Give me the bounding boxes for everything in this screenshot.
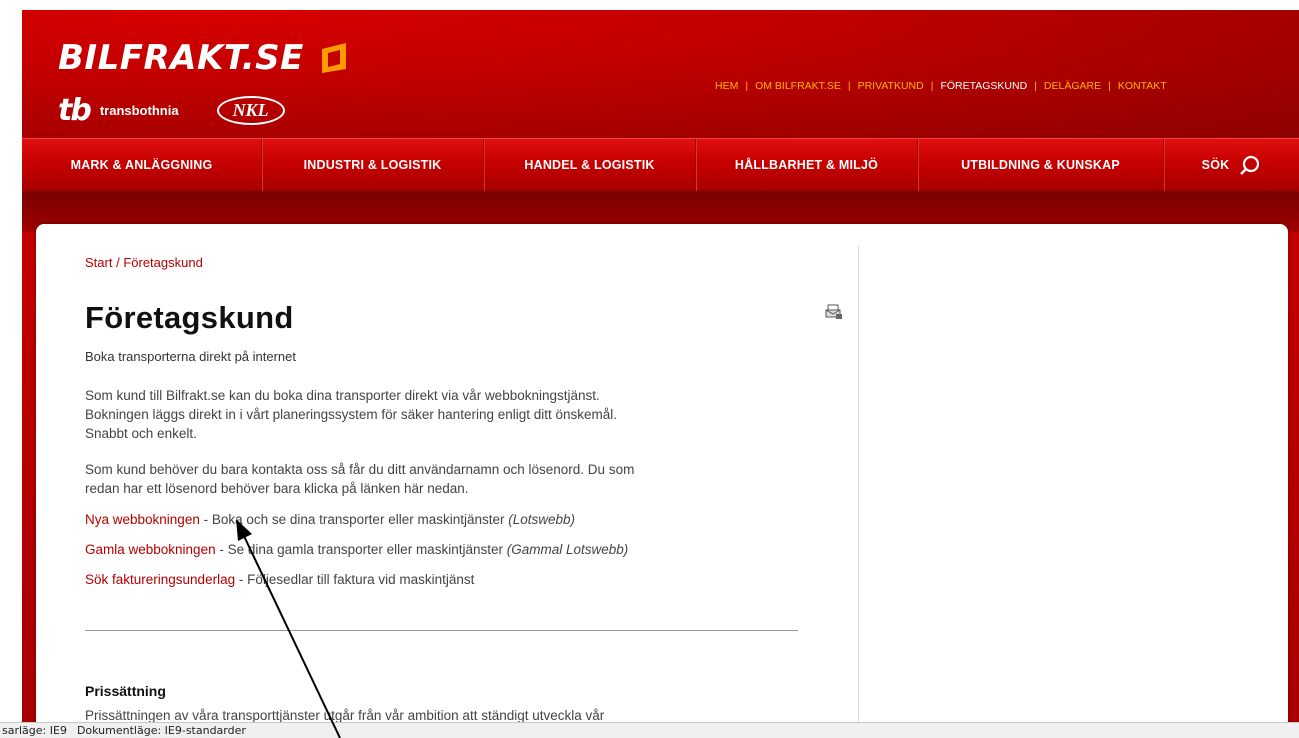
nav-hallbarhet-miljo[interactable]: HÅLLBARHET & MILJÖ	[696, 138, 918, 191]
nav-search-button[interactable]: SÖK	[1164, 139, 1299, 191]
column-divider	[858, 246, 859, 722]
section-text: Prissättningen av våra transporttjänster…	[85, 708, 605, 722]
topnav-foretagskund[interactable]: FÖRETAGSKUND	[940, 80, 1027, 92]
browser-status-bar: sarläge: IE9 Dokumentläge: IE9-standarder	[0, 722, 1299, 738]
status-browser-mode: sarläge: IE9	[2, 724, 67, 737]
print-email-icon[interactable]	[825, 304, 843, 320]
link-row-sok-faktureringsunderlag: Sök faktureringsunderlag - Följesedlar t…	[85, 572, 474, 587]
nav-industri-logistik[interactable]: INDUSTRI & LOGISTIK	[262, 138, 484, 191]
website: BILFRAKT.SE tb transbothnia NKL HEM | OM B…	[22, 10, 1299, 722]
link-row-nya-webbokningen: Nya webbokningen - Boka och se dina tran…	[85, 512, 575, 527]
nav-mark-anlaggning[interactable]: MARK & ANLÄGGNING	[22, 138, 262, 191]
link-description: - Boka och se dina transporter eller mas…	[199, 512, 509, 527]
login-line-2: redan har ett lösenord behöver bara klic…	[85, 481, 469, 496]
sok-faktureringsunderlag-link[interactable]: Sök faktureringsunderlag	[85, 572, 235, 587]
content-panel: Start / Företagskund Företagskund Boka t…	[36, 224, 1288, 722]
nkl-logo: NKL	[216, 96, 285, 125]
site-logo[interactable]: BILFRAKT.SE	[58, 38, 350, 78]
main-navigation: MARK & ANLÄGGNING INDUSTRI & LOGISTIK HA…	[22, 138, 1299, 191]
link-description: - Se dina gamla transporter eller maskin…	[215, 542, 507, 557]
logo-text: BILFRAKT.SE	[58, 38, 304, 78]
status-document-mode[interactable]: Dokumentläge: IE9-standarder	[77, 724, 246, 737]
search-icon	[1240, 155, 1260, 175]
gamla-webbokningen-link[interactable]: Gamla webbokningen	[85, 542, 216, 557]
link-row-gamla-webbokningen: Gamla webbokningen - Se dina gamla trans…	[85, 542, 628, 557]
section-heading: Prissättning	[85, 683, 166, 699]
intro-line-2: Bokningen läggs direkt in i vårt planeri…	[85, 407, 618, 422]
partner-logos: tb transbothnia NKL	[58, 93, 285, 128]
topnav-kontakt[interactable]: KONTAKT	[1118, 80, 1167, 92]
topnav-delagare[interactable]: DELÄGARE	[1044, 80, 1101, 92]
link-description: - Följesedlar till faktura vid maskintjä…	[235, 572, 475, 587]
logo-mark-icon	[316, 43, 350, 73]
intro-paragraph: Som kund till Bilfrakt.se kan du boka di…	[85, 386, 785, 443]
intro-line-3: Snabbt och enkelt.	[85, 426, 197, 441]
transbothnia-logo-text: transbothnia	[99, 103, 179, 118]
nav-utbildning-kunskap[interactable]: UTBILDNING & KUNSKAP	[918, 138, 1164, 191]
login-line-1: Som kund behöver du bara kontakta oss så…	[85, 462, 635, 477]
breadcrumb-start[interactable]: Start	[85, 255, 112, 270]
link-note: (Lotswebb)	[508, 512, 576, 527]
page-title: Företagskund	[85, 300, 294, 335]
nya-webbokningen-link[interactable]: Nya webbokningen	[85, 512, 200, 527]
topnav-om-bilfrakt[interactable]: OM BILFRAKT.SE	[755, 80, 841, 92]
breadcrumb: Start / Företagskund	[85, 255, 203, 270]
intro-line-1: Som kund till Bilfrakt.se kan du boka di…	[85, 388, 600, 403]
page-subtitle: Boka transporterna direkt på internet	[85, 349, 297, 364]
nav-search-label: SÖK	[1201, 157, 1230, 172]
transbothnia-logo-mark: tb	[58, 93, 92, 128]
breadcrumb-separator: /	[112, 255, 124, 270]
breadcrumb-current: Företagskund	[123, 255, 203, 270]
topnav-privatkund[interactable]: PRIVATKUND	[858, 80, 924, 92]
login-paragraph: Som kund behöver du bara kontakta oss så…	[85, 460, 785, 498]
top-navigation: HEM | OM BILFRAKT.SE | PRIVATKUND | FÖRETAGSKU…	[715, 80, 1167, 92]
link-note: (Gammal Lotswebb)	[506, 542, 629, 557]
nav-handel-logistik[interactable]: HANDEL & LOGISTIK	[484, 138, 696, 191]
topnav-hem[interactable]: HEM	[715, 80, 738, 92]
section-divider	[85, 630, 798, 631]
